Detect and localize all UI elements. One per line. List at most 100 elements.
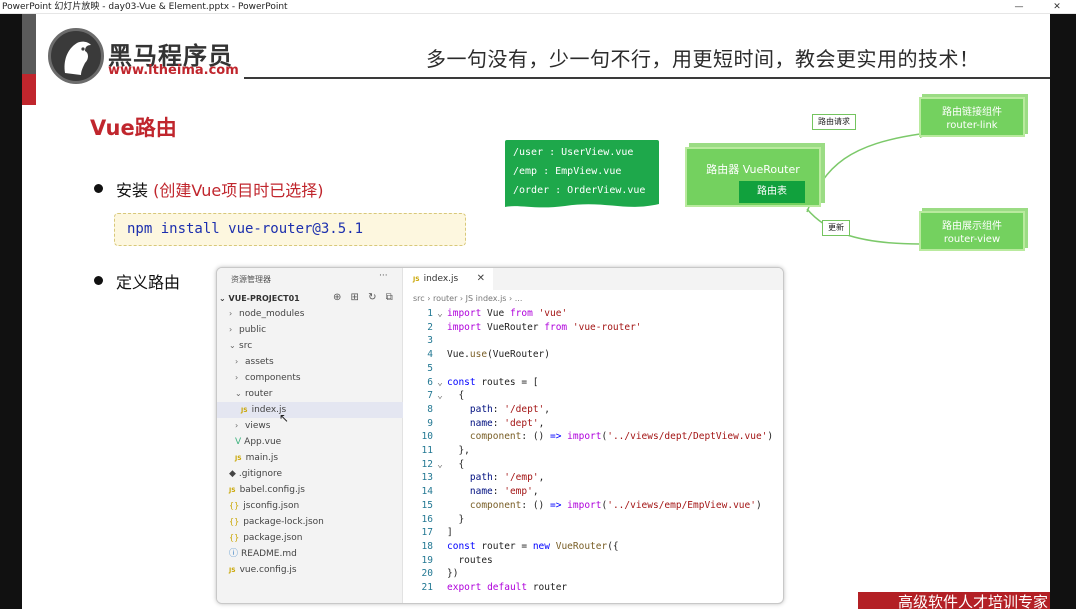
tree-folder-components[interactable]: › components — [235, 370, 301, 386]
horse-logo-icon — [48, 28, 104, 84]
router-link-name: router-link — [946, 120, 998, 131]
tree-folder-views[interactable]: › views — [235, 418, 270, 434]
tab-index-js[interactable]: JS index.js ✕ — [403, 268, 493, 290]
tree-file-gitignore[interactable]: ◆ .gitignore — [229, 466, 282, 482]
json-file-icon: {} — [229, 533, 240, 542]
bullet-dot — [94, 184, 103, 193]
screen: PowerPoint 幻灯片放映 - day03-Vue & Element.p… — [0, 0, 1076, 609]
editor-tabbar: JS index.js ✕ — [403, 268, 783, 290]
chevron-right-icon: › — [235, 357, 239, 366]
tree-label: package.json — [243, 533, 303, 543]
js-file-icon: JS — [413, 276, 420, 283]
tree-label: views — [245, 421, 271, 431]
code-line: 17 ] — [421, 527, 453, 539]
minimize-button[interactable]: — — [1008, 0, 1030, 14]
tree-label: assets — [245, 357, 274, 367]
code-line: 1 ⌄ import Vue from 'vue' — [427, 308, 568, 319]
code-editor[interactable]: 1 ⌄ import Vue from 'vue' 2 import VueRout… — [403, 307, 783, 603]
close-tab-icon[interactable]: ✕ — [477, 268, 485, 290]
tab-label: index.js — [423, 274, 459, 284]
tree-file-package-json[interactable]: {} package.json — [229, 530, 302, 546]
chevron-right-icon: › — [235, 421, 239, 430]
tree-file-package-lock[interactable]: {} package-lock.json — [229, 514, 324, 530]
route-card-wave — [505, 200, 659, 208]
tree-folder-assets[interactable]: › assets — [235, 354, 274, 370]
mouse-cursor-icon: ↖ — [279, 411, 290, 425]
code-line: 8 path: '/dept', — [427, 403, 551, 415]
bullet-install-note: (创建Vue项目时已选择) — [153, 181, 324, 200]
router-view-name: router-view — [943, 234, 1001, 245]
code-line: 6 ⌄ const routes = [ — [427, 376, 539, 388]
tree-file-vue-config[interactable]: JS vue.config.js — [229, 562, 297, 578]
route-mapping-card: /user : UserView.vue /emp : EmpView.vue … — [505, 140, 659, 202]
tree-label: babel.config.js — [239, 485, 305, 495]
js-file-icon: JS — [229, 567, 236, 574]
tree-label: README.md — [241, 549, 297, 559]
bullet-install-text: 安装 — [116, 181, 149, 200]
tree-label: public — [239, 325, 267, 335]
window-title: PowerPoint 幻灯片放映 - day03-Vue & Element.p… — [2, 2, 288, 12]
explorer-panel: 资源管理器 ··· ⌄ VUE-PROJECT01 ⊕ ⊞ ↻ ⧉ › node_… — [217, 268, 403, 603]
code-line: 16 } — [421, 513, 465, 525]
tree-folder-node_modules[interactable]: › node_modules — [229, 306, 304, 322]
explorer-title: 资源管理器 — [231, 275, 271, 284]
letterbox-right — [1050, 14, 1076, 609]
code-line: 12 ⌄ { — [421, 458, 465, 470]
code-line: 4 Vue.use(VueRouter) — [427, 349, 550, 361]
tree-file-jsconfig[interactable]: {} jsconfig.json — [229, 498, 299, 514]
tree-file-app-vue[interactable]: V App.vue — [235, 434, 281, 450]
code-line: 19 routes — [421, 554, 493, 566]
request-arrow — [806, 133, 921, 213]
tree-label: .gitignore — [238, 469, 282, 479]
breadcrumb[interactable]: src › router › JS index.js › ... — [413, 294, 522, 303]
tree-label: package-lock.json — [243, 517, 324, 527]
route-table: 路由表 — [739, 181, 805, 203]
code-line: 9 name: 'dept', — [427, 417, 545, 429]
tree-label: router — [245, 389, 273, 399]
slide[interactable]: 黑马程序员 www.itheima.com 多一句没有，少一句不行，用更短时间，… — [22, 14, 1050, 609]
tree-folder-public[interactable]: › public — [229, 322, 266, 338]
explorer-tools[interactable]: ⊕ ⊞ ↻ ⧉ — [333, 292, 396, 303]
code-line: 13 path: '/emp', — [421, 472, 545, 484]
tree-file-main-js[interactable]: JS main.js — [235, 450, 278, 466]
tree-label: src — [239, 341, 253, 351]
js-file-icon: JS — [235, 455, 242, 462]
tree-label: components — [245, 373, 301, 383]
header-red-bar — [22, 74, 36, 105]
tree-label: jsconfig.json — [243, 501, 300, 511]
footer-slogan: 高级软件人才培训专家 — [898, 593, 1049, 609]
code-line: 18 const router = new VueRouter({ — [421, 540, 619, 552]
tree-label: vue.config.js — [239, 565, 297, 575]
bullet-define-route: 定义路由 — [116, 273, 181, 292]
close-button[interactable]: ✕ — [1046, 0, 1068, 14]
route-line: /user : UserView.vue — [513, 147, 634, 158]
letterbox-left — [0, 14, 22, 609]
info-file-icon: ⓘ — [229, 549, 239, 559]
header-divider — [244, 77, 1050, 79]
tree-label: node_modules — [239, 309, 305, 319]
code-line: 14 name: 'emp', — [421, 486, 539, 498]
more-icon[interactable]: ··· — [379, 271, 388, 281]
code-line: 11 }, — [421, 445, 470, 456]
router-link-title: 路由链接组件 — [942, 107, 1002, 118]
git-file-icon: ◆ — [229, 469, 236, 479]
slide-title: Vue路由 — [90, 116, 177, 140]
chevron-down-icon: ⌄ — [219, 294, 229, 303]
tree-folder-src[interactable]: ⌄ src — [229, 338, 252, 354]
project-name[interactable]: ⌄ VUE-PROJECT01 — [219, 294, 300, 303]
update-label: 更新 — [822, 220, 850, 236]
js-file-icon: JS — [229, 487, 236, 494]
tree-file-readme[interactable]: ⓘ README.md — [229, 546, 297, 562]
route-line: /emp : EmpView.vue — [513, 166, 622, 177]
router-view-box: 路由展示组件 router-view — [919, 211, 1025, 251]
slogan: 多一句没有，少一句不行，用更短时间，教会更实用的技术！ — [426, 47, 980, 71]
code-line: 15 component: () => import('../views/emp… — [421, 499, 762, 511]
code-line: 21 export default router — [421, 582, 568, 593]
code-line: 3 — [427, 335, 433, 347]
tree-folder-router[interactable]: ⌄ router — [235, 386, 272, 402]
tree-file-babel-config[interactable]: JS babel.config.js — [229, 482, 305, 498]
chevron-down-icon: ⌄ — [229, 341, 236, 350]
chevron-right-icon: › — [229, 309, 233, 318]
code-line: 5 — [427, 362, 433, 374]
vue-router-title: 路由器 VueRouter — [706, 163, 800, 176]
